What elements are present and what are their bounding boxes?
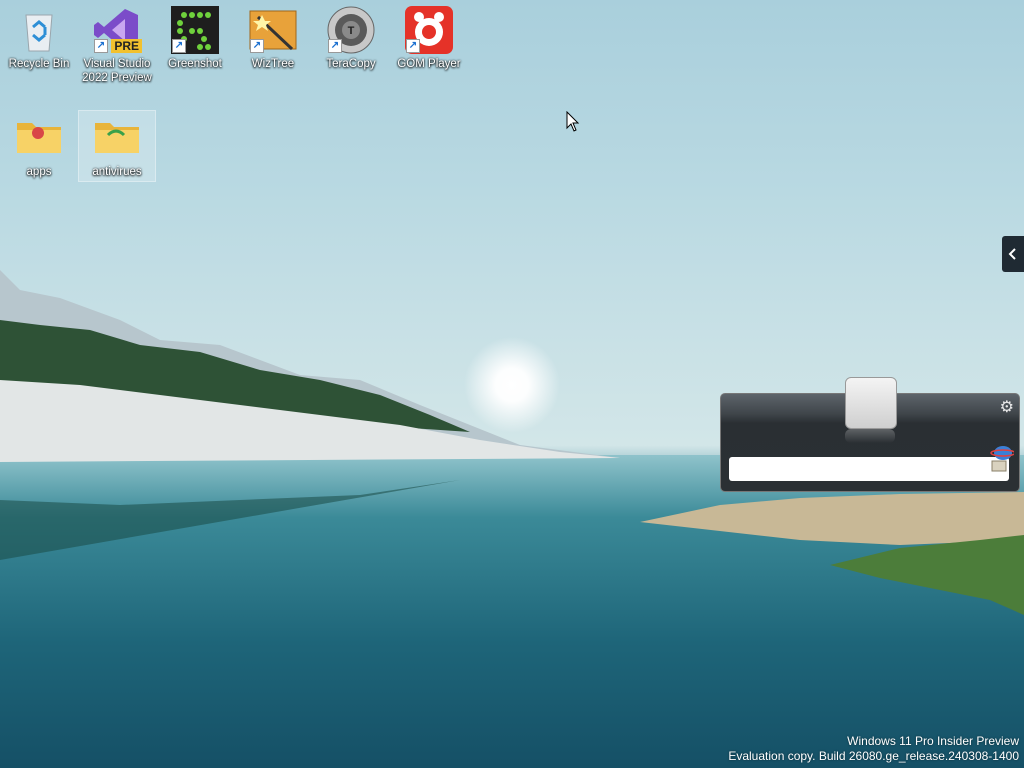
mouse-cursor-icon xyxy=(566,111,580,132)
folder-icon xyxy=(92,113,142,163)
watermark-line-1: Windows 11 Pro Insider Preview xyxy=(847,734,1019,748)
svg-text:T: T xyxy=(348,25,355,37)
search-gadget: ⚙ xyxy=(720,377,1020,493)
desktop-icon-apps-folder[interactable]: apps xyxy=(1,113,77,179)
gear-icon[interactable]: ⚙ xyxy=(1000,397,1014,417)
recycle-bin-icon xyxy=(14,5,64,55)
desktop-icon-label: GOM Player xyxy=(397,58,461,70)
desktop-icon-label: Greenshot xyxy=(168,58,222,70)
gom-player-icon: ↗ xyxy=(404,5,454,55)
gadget-knob-reflection xyxy=(845,429,895,443)
shortcut-arrow-icon: ↗ xyxy=(172,39,186,53)
desktop-icon-teracopy[interactable]: T ↗ TeraCopy xyxy=(313,5,389,71)
desktop-icon-label: WizTree xyxy=(251,58,295,70)
desktop-icon-gom-player[interactable]: ↗ GOM Player xyxy=(391,5,467,71)
desktop-icon-recycle-bin[interactable]: Recycle Bin xyxy=(1,5,77,71)
folder-icon xyxy=(14,113,64,163)
shortcut-arrow-icon: ↗ xyxy=(94,39,108,53)
shortcut-arrow-icon: ↗ xyxy=(328,39,342,53)
chevron-left-icon xyxy=(1008,248,1016,260)
desktop-icon-antivirues-folder[interactable]: antivirues xyxy=(78,110,156,182)
desktop-icon-wiztree[interactable]: ↗ WizTree xyxy=(235,5,311,71)
desktop-icon-greenshot[interactable]: ↗ Greenshot xyxy=(157,5,233,71)
gadget-search-input[interactable] xyxy=(729,457,1009,481)
gadget-drag-handle[interactable] xyxy=(845,377,897,429)
desktop-icon-label: apps xyxy=(26,166,52,178)
desktop-icon-label: TeraCopy xyxy=(326,58,376,70)
greenshot-icon: ↗ xyxy=(170,5,220,55)
os-watermark: Windows 11 Pro Insider Preview Evaluatio… xyxy=(728,734,1019,764)
globe-icon[interactable] xyxy=(990,445,1016,475)
shortcut-arrow-icon: ↗ xyxy=(250,39,264,53)
watermark-line-2: Evaluation copy. Build 26080.ge_release.… xyxy=(728,749,1019,763)
visual-studio-icon: PRE ↗ xyxy=(92,5,142,55)
side-panel-toggle-button[interactable] xyxy=(1002,236,1024,272)
desktop-icon-label: Recycle Bin xyxy=(8,58,70,70)
desktop-icon-label: antivirues xyxy=(92,166,142,178)
shortcut-arrow-icon: ↗ xyxy=(406,39,420,53)
desktop-icon-label: Visual Studio 2022 Preview xyxy=(82,58,152,84)
wiztree-icon: ↗ xyxy=(248,5,298,55)
desktop-icon-visual-studio[interactable]: PRE ↗ Visual Studio 2022 Preview xyxy=(79,5,155,85)
preview-badge: PRE xyxy=(111,39,142,53)
teracopy-icon: T ↗ xyxy=(326,5,376,55)
